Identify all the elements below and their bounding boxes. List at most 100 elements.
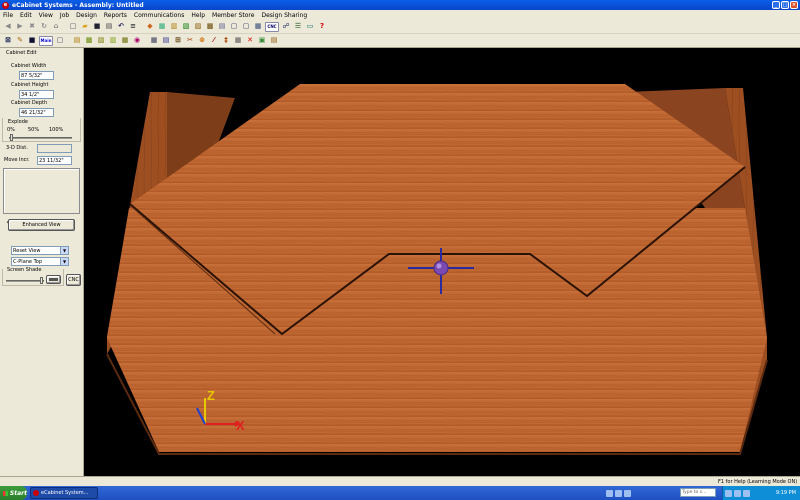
menu-communications[interactable]: Communications (134, 12, 184, 19)
pencil-folder-icon[interactable]: ✎ (15, 36, 25, 46)
3d-dist-field[interactable] (37, 144, 72, 153)
door-icon[interactable]: ▥ (108, 36, 118, 46)
security-tray-icon[interactable] (743, 489, 750, 497)
cabinet-width-field[interactable]: 87 5/32" (19, 71, 54, 80)
enhanced-view-button[interactable]: Enhanced View (8, 219, 75, 231)
cabinet-icon[interactable]: ▩ (205, 22, 215, 32)
back-arrow-icon[interactable]: ◀ (3, 22, 13, 32)
material-swatch-icon[interactable]: ▩ (84, 36, 94, 46)
help-icon[interactable]: ? (317, 22, 327, 32)
taskbar-search-input[interactable]: Type to s... (680, 488, 716, 497)
new-document-icon[interactable]: □ (68, 22, 78, 32)
disk-icon[interactable]: ■ (27, 36, 37, 46)
menu-member-store[interactable]: Member Store (212, 12, 254, 19)
drawer-icon[interactable]: ▦ (120, 36, 130, 46)
shade-swatch (49, 278, 58, 281)
cut-list-icon[interactable]: ≡ (128, 22, 138, 32)
cabinet-height-label: Cabinet Height (11, 82, 49, 88)
edit-page-icon[interactable]: ▤ (72, 36, 82, 46)
maximize-button[interactable]: □ (781, 1, 789, 9)
view-select[interactable]: Reset View ▼ (11, 246, 69, 255)
open-folder-icon[interactable]: ▰ (80, 22, 90, 32)
menu-design-sharing[interactable]: Design Sharing (261, 12, 307, 19)
axis-x-label: X (236, 418, 245, 433)
cnc-icon[interactable]: CNC (265, 21, 279, 32)
calculator-icon[interactable]: ▤ (269, 36, 279, 46)
shape-icon[interactable]: ⊚ (197, 36, 207, 46)
menu-edit[interactable]: Edit (20, 12, 32, 19)
volume-tray-icon[interactable] (734, 489, 741, 497)
page-icon[interactable]: ▢ (229, 22, 239, 32)
screen-shade-thumb[interactable] (40, 277, 43, 284)
tray-app-icon[interactable] (606, 489, 613, 497)
dropdown-arrow-icon[interactable]: ▼ (60, 247, 68, 254)
app-logo-icon: e (2, 1, 9, 9)
menu-view[interactable]: View (39, 12, 53, 19)
cabinet-render[interactable]: Z X (85, 48, 800, 476)
tray-app-icon[interactable] (615, 489, 622, 497)
measure-icon[interactable]: ⊞ (173, 36, 183, 46)
main-icon[interactable]: Main (39, 35, 53, 46)
settings-grid-icon[interactable]: ▦ (253, 22, 263, 32)
list-icon[interactable]: ☰ (293, 22, 303, 32)
menu-file[interactable]: File (3, 12, 13, 19)
menu-help[interactable]: Help (191, 12, 205, 19)
cabinet-depth-label: Cabinet Depth (11, 100, 48, 106)
start-button[interactable]: Start (0, 486, 27, 500)
panel-header: Cabinet Edit (6, 50, 37, 56)
dimension-icon[interactable]: ▤ (161, 36, 171, 46)
explode-slider-track[interactable] (9, 137, 72, 139)
material-icon[interactable]: ▥ (169, 22, 179, 32)
cut-icon[interactable]: ✂ (185, 36, 195, 46)
wood-grain-icon[interactable]: ▦ (157, 22, 167, 32)
dropdown-arrow-icon[interactable]: ▼ (60, 258, 68, 265)
explode-tick-0: 0% (7, 127, 15, 133)
report-icon[interactable]: ▤ (217, 22, 227, 32)
3d-viewport[interactable]: Z X (85, 48, 800, 476)
forward-arrow-icon[interactable]: ▶ (15, 22, 25, 32)
refresh-icon[interactable]: ↻ (39, 22, 49, 32)
screen-shade-track[interactable] (6, 280, 44, 282)
shade-color-button[interactable] (46, 275, 61, 284)
explode-label: Explode (8, 119, 28, 125)
cabinet-edit-icon[interactable]: ⊠ (3, 36, 13, 46)
print-icon[interactable]: ▤ (104, 22, 114, 32)
menu-job[interactable]: Job (60, 12, 69, 19)
globe-icon[interactable]: ◉ (132, 36, 142, 46)
page-icon[interactable]: ▢ (55, 36, 65, 46)
taskbar-app-button[interactable]: eCabinet System... (30, 487, 98, 499)
screen-shade-label: Screen Shade (7, 267, 42, 273)
picture-icon[interactable]: ▣ (257, 36, 267, 46)
hardware-icon[interactable]: ▨ (193, 22, 203, 32)
menu-design[interactable]: Design (76, 12, 97, 19)
render-icon[interactable]: ◆ (145, 22, 155, 32)
table-icon[interactable]: ▦ (233, 36, 243, 46)
network-tray-icon[interactable] (725, 489, 732, 497)
wand-icon[interactable]: ⁄ (209, 36, 219, 46)
move-incr-field[interactable]: 23 11/32" (37, 156, 72, 165)
explode-slider-thumb[interactable] (10, 134, 13, 141)
windows-flag-icon (3, 490, 8, 496)
undo-icon[interactable]: ↶ (116, 22, 126, 32)
tray-app-icon[interactable] (624, 489, 631, 497)
minimize-button[interactable]: _ (772, 1, 780, 9)
taskbar-app-label: eCabinet System... (41, 490, 89, 496)
cnc-button[interactable]: CNC (66, 274, 81, 286)
menu-reports[interactable]: Reports (104, 12, 127, 19)
stop-icon[interactable]: ✖ (27, 22, 37, 32)
edge-banding-icon[interactable]: ▧ (181, 22, 191, 32)
save-icon[interactable]: ■ (92, 22, 102, 32)
grid-icon[interactable]: ▦ (149, 36, 159, 46)
cabinet-depth-field[interactable]: 46 21/32" (19, 108, 54, 117)
hinge-icon[interactable]: ‡ (221, 36, 231, 46)
network-icon[interactable]: ☍ (281, 22, 291, 32)
delete-icon[interactable]: ✕ (245, 36, 255, 46)
monitor-icon[interactable]: ▭ (305, 22, 315, 32)
page-two-icon[interactable]: ▢ (241, 22, 251, 32)
cabinet-height-field[interactable]: 34 1/2" (19, 90, 54, 99)
close-button[interactable]: × (790, 1, 798, 9)
home-icon[interactable]: ⌂ (51, 22, 61, 32)
status-bar: F1 for Help (Learning Mode ON) (0, 476, 800, 486)
plane-select[interactable]: C-Plane Top ▼ (11, 257, 69, 266)
panel-icon[interactable]: ▧ (96, 36, 106, 46)
